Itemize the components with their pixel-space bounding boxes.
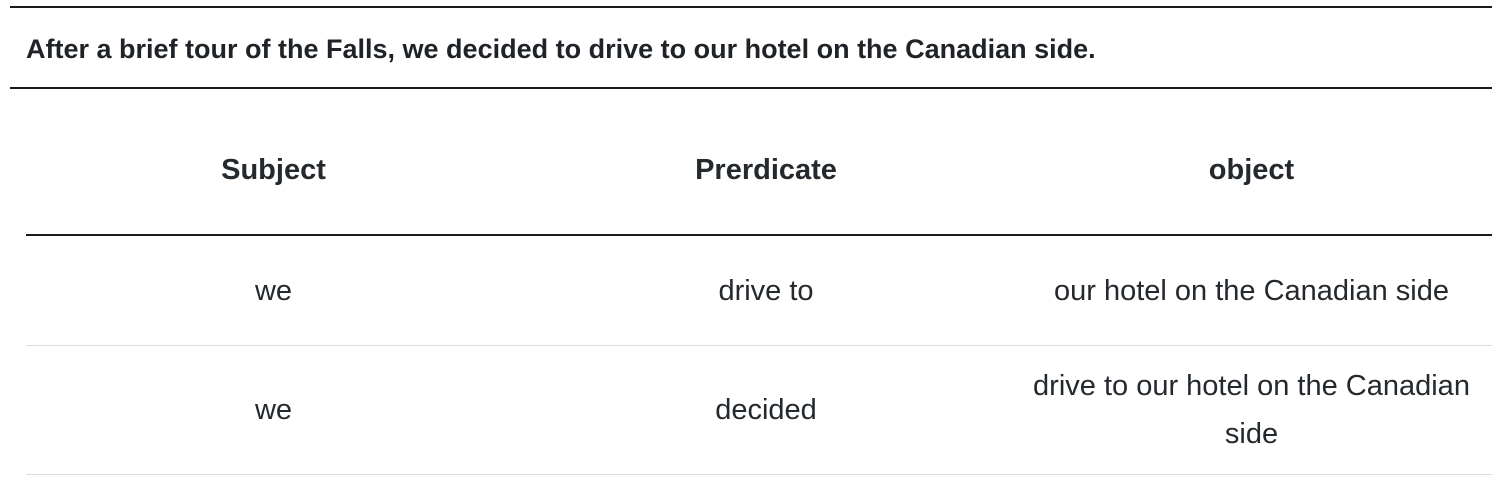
table-header-row: Subject Prerdicate object [26, 107, 1492, 236]
top-divider [10, 6, 1492, 8]
sentence-text: After a brief tour of the Falls, we deci… [26, 34, 1096, 64]
cell-predicate: decided [521, 345, 1011, 475]
header-divider [10, 87, 1492, 89]
cell-subject: we [26, 235, 521, 346]
triples-table: Subject Prerdicate object we drive to ou… [26, 107, 1492, 475]
table-row: we drive to our hotel on the Canadian si… [26, 235, 1492, 346]
header-object: object [1011, 107, 1492, 236]
header-subject: Subject [26, 107, 521, 236]
cell-predicate: drive to [521, 235, 1011, 346]
header-predicate: Prerdicate [521, 107, 1011, 236]
cell-object: drive to our hotel on the Canadian side [1011, 345, 1492, 475]
table-row: we decided drive to our hotel on the Can… [26, 345, 1492, 475]
cell-object: our hotel on the Canadian side [1011, 235, 1492, 346]
cell-subject: we [26, 345, 521, 475]
